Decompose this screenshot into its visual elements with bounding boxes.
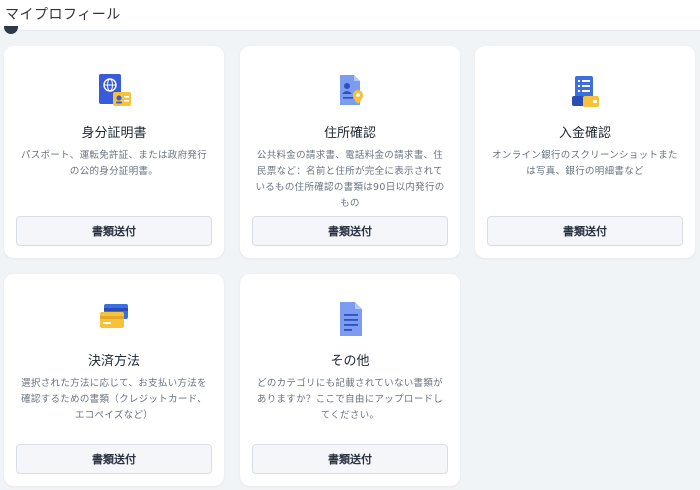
page-title: マイプロフィール [5, 7, 121, 23]
card-title: 入金確認 [558, 126, 611, 141]
card-description: どのカテゴリにも記載されていない書類がありますか？ここで自由にアップロードしてく… [256, 378, 444, 421]
upload-button-deposit[interactable]: 書類送付 [487, 216, 683, 246]
card-deposit: 入金確認 オンライン銀行のスクリーンショットまたは写真、銀行の明細書など 書類送… [475, 46, 695, 258]
credit-card-icon [4, 300, 224, 338]
card-title: 身分証明書 [81, 126, 147, 141]
top-bar: マイプロフィール [0, 0, 700, 34]
card-description: オンライン銀行のスクリーンショットまたは写真、銀行の明細書など [492, 150, 678, 177]
document-icon [240, 300, 460, 338]
upload-button-address[interactable]: 書類送付 [252, 216, 448, 246]
card-title: その他 [330, 354, 370, 369]
card-identity: 身分証明書 パスポート、運転免許証、または政府発行の公的身分証明書。 書類送付 [4, 46, 224, 258]
card-description: 選択された方法に応じて、お支払い方法を確認するための書類（クレジットカード、エコ… [21, 378, 207, 421]
upload-button-other[interactable]: 書類送付 [252, 444, 448, 474]
card-payment: 決済方法 選択された方法に応じて、お支払い方法を確認するための書類（クレジットカ… [4, 274, 224, 486]
card-title: 決済方法 [87, 354, 140, 369]
card-title: 住所確認 [323, 126, 376, 141]
card-description: 公共料金の請求書、電話料金の請求書、住民票など：名前と住所が完全に表示されている… [255, 150, 445, 209]
card-description: パスポート、運転免許証、または政府発行の公的身分証明書。 [20, 150, 207, 177]
passport-id-icon [4, 72, 224, 110]
card-address: 住所確認 公共料金の請求書、電話料金の請求書、住民票など：名前と住所が完全に表示… [240, 46, 460, 258]
upload-button-payment[interactable]: 書類送付 [16, 444, 212, 474]
upload-button-identity[interactable]: 書類送付 [16, 216, 212, 246]
card-other: その他 どのカテゴリにも記載されていない書類がありますか？ここで自由にアップロー… [240, 274, 460, 486]
address-document-icon [240, 72, 460, 110]
avatar[interactable] [4, 26, 18, 34]
bank-deposit-icon [475, 72, 695, 110]
